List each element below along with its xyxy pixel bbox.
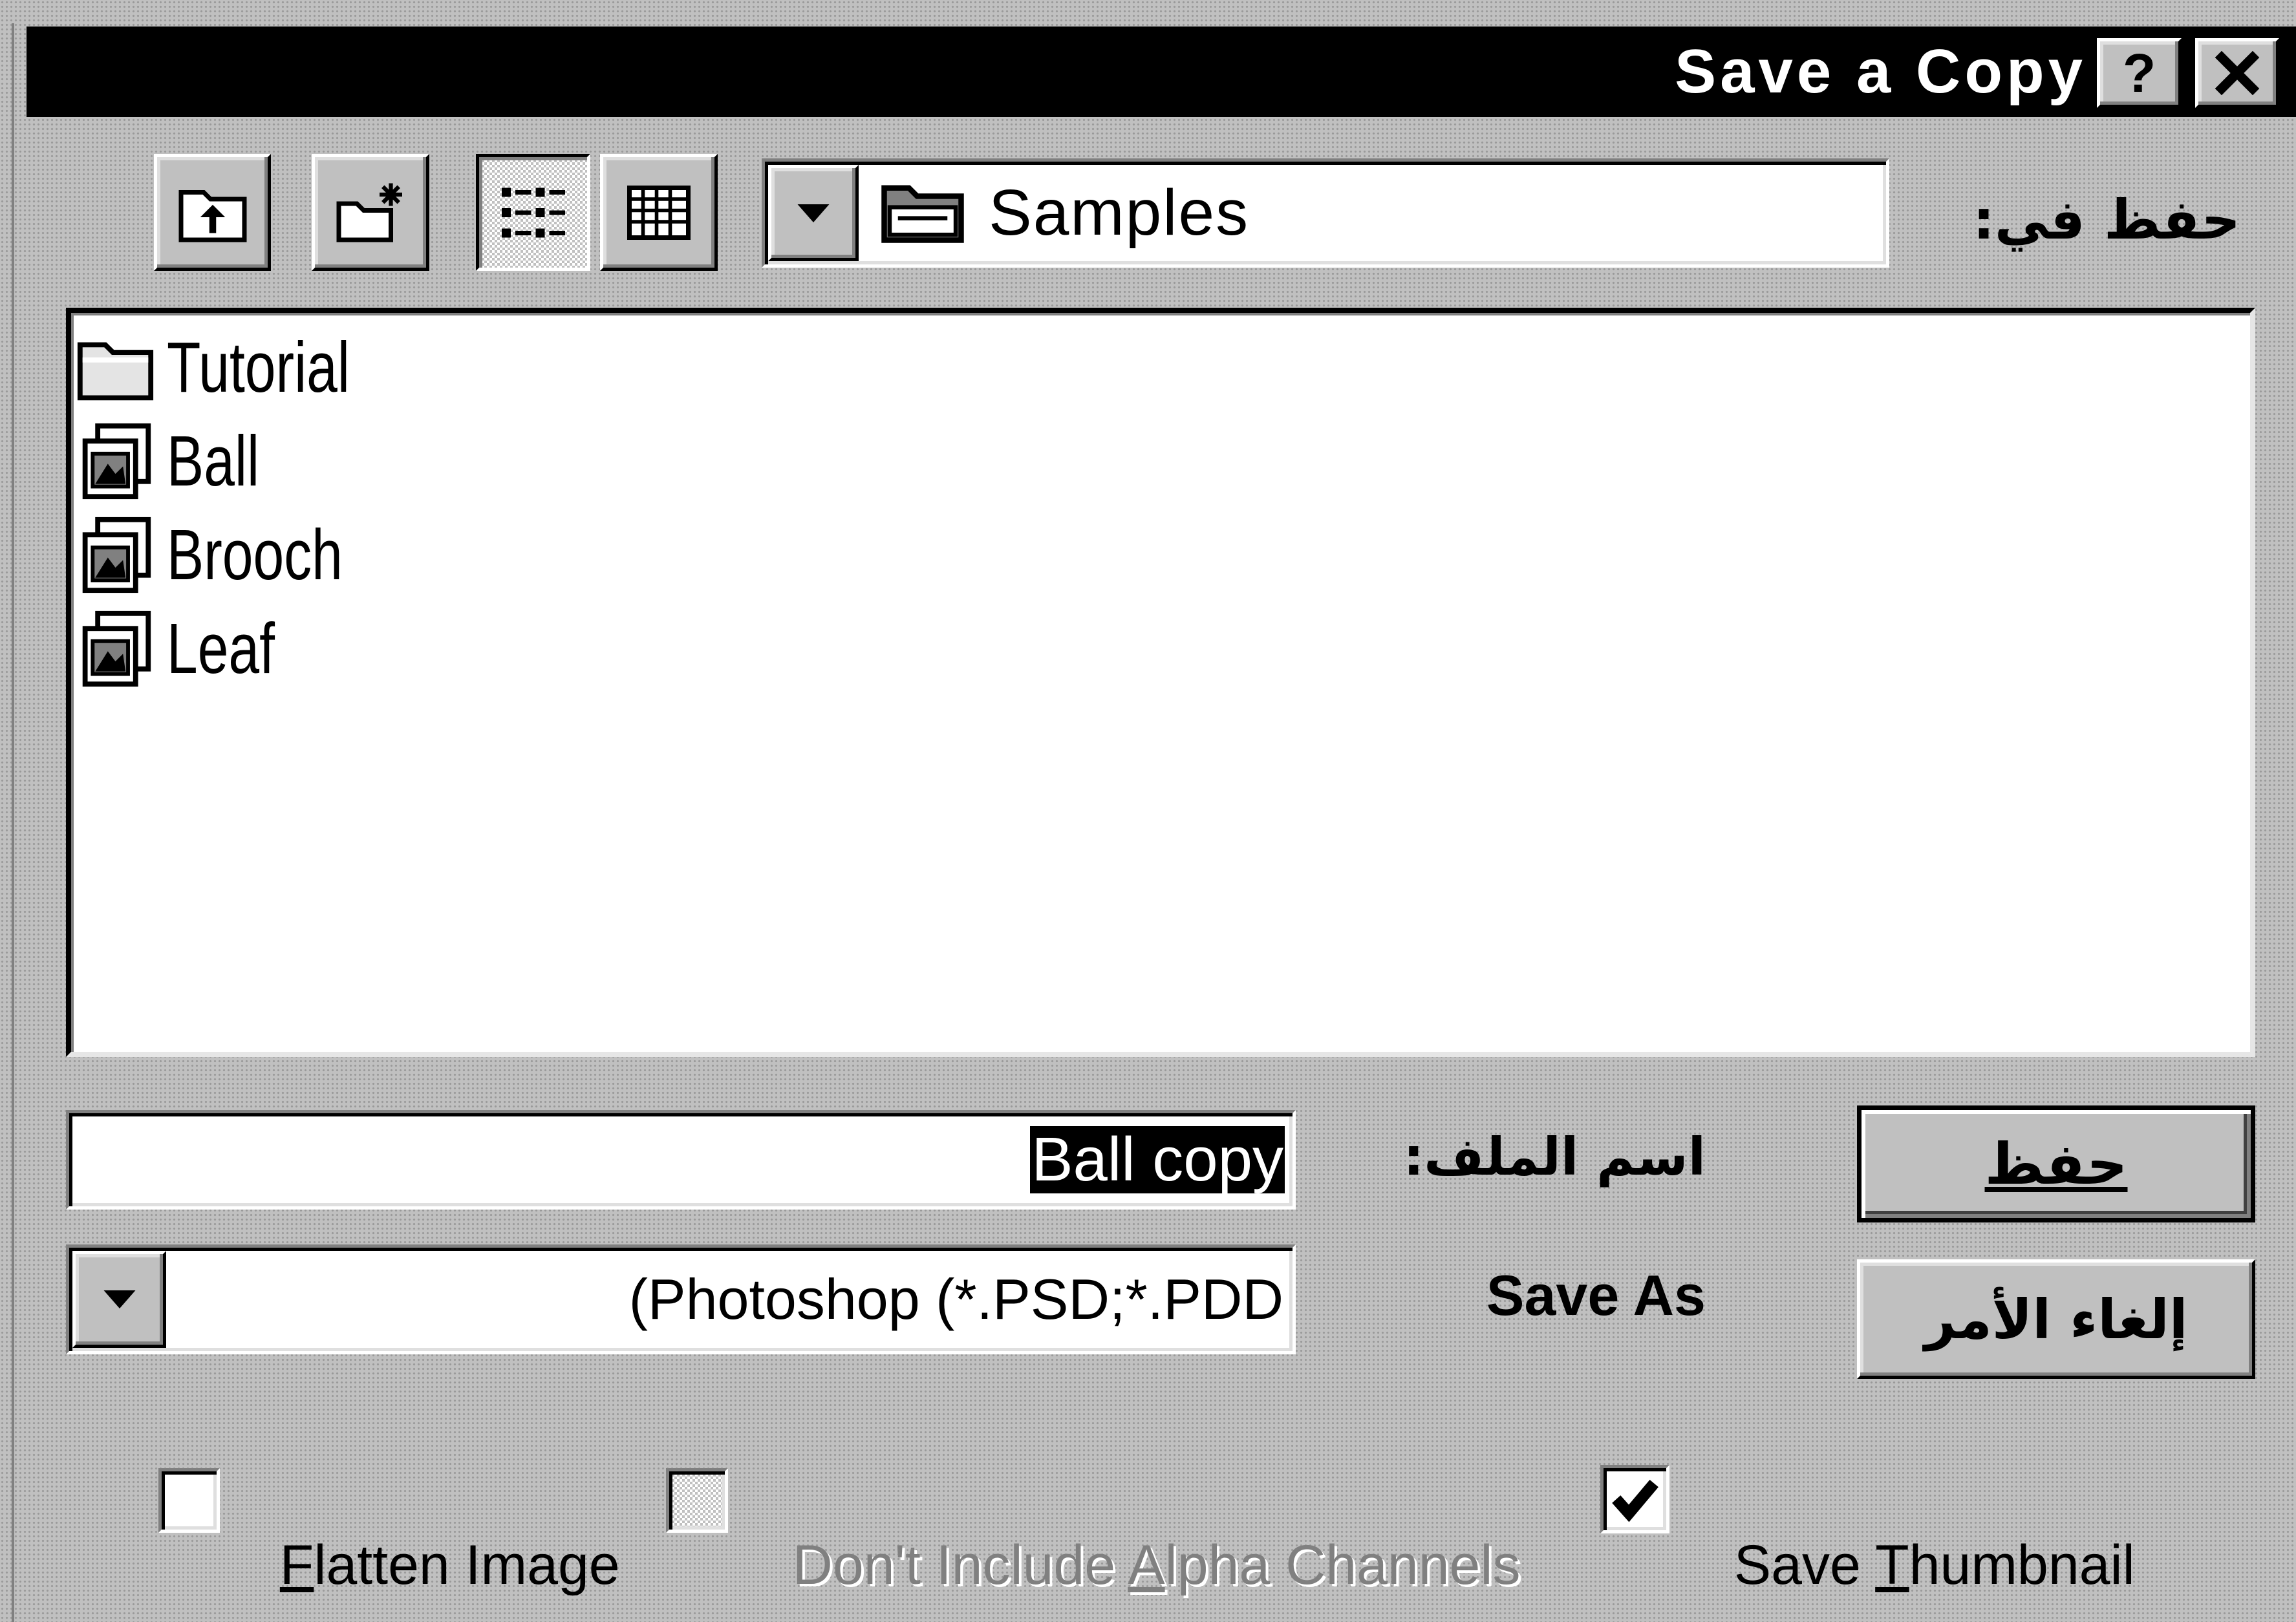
- save-button[interactable]: حفظ: [1857, 1105, 2255, 1222]
- option-text: humbnail: [1909, 1534, 2135, 1596]
- item-name: Brooch: [167, 515, 343, 595]
- file-list[interactable]: Tutorial Ball Brooch Leaf: [66, 308, 2255, 1057]
- save-as-type-select[interactable]: (Photoshop (*.PSD;*.PDD: [66, 1244, 1296, 1354]
- up-folder-icon: [177, 181, 249, 244]
- image-file-icon: [75, 608, 156, 689]
- flatten-image-checkbox[interactable]: [158, 1468, 220, 1533]
- image-file-icon: [75, 515, 156, 595]
- new-folder-icon: [334, 181, 407, 244]
- save-in-label: حفظ في:: [1973, 188, 2240, 251]
- details-view-button[interactable]: [600, 154, 718, 271]
- file-name-value: Ball copy: [1030, 1125, 1285, 1194]
- list-item[interactable]: Tutorial: [74, 321, 656, 414]
- chevron-down-icon: [103, 1290, 136, 1308]
- cancel-button-label: إلغاء الأمر: [1924, 1287, 2188, 1351]
- create-new-folder-button[interactable]: [312, 154, 429, 271]
- exclude-alpha-channels-checkbox[interactable]: [666, 1468, 728, 1533]
- option-text: latten Image: [314, 1534, 620, 1596]
- file-name-label: اسم الملف:: [1403, 1127, 1706, 1187]
- access-key: A: [1128, 1534, 1165, 1596]
- item-name: Tutorial: [167, 328, 350, 407]
- item-name: Ball: [167, 422, 260, 501]
- help-button[interactable]: ?: [2097, 38, 2182, 108]
- item-name: Leaf: [167, 609, 275, 688]
- option-text: lpha Channels: [1164, 1534, 1521, 1596]
- chevron-down-icon: [797, 204, 830, 222]
- folder-icon: [75, 327, 156, 408]
- save-as-dropdown-button[interactable]: [72, 1251, 166, 1348]
- option-text: Don't Include: [792, 1534, 1128, 1596]
- close-icon: [2212, 51, 2262, 95]
- save-as-label: Save As: [1486, 1263, 1706, 1327]
- title-bar[interactable]: Save a Copy ?: [27, 27, 2296, 117]
- list-item[interactable]: Ball: [74, 414, 656, 508]
- save-thumbnail-checkbox[interactable]: [1600, 1465, 1669, 1533]
- access-key: F: [279, 1534, 314, 1596]
- save-button-label: حفظ: [1984, 1131, 2128, 1197]
- details-view-icon: [623, 181, 695, 244]
- flatten-image-label[interactable]: Flatten Image: [249, 1468, 620, 1596]
- folder-icon: [879, 180, 967, 247]
- list-view-button[interactable]: [476, 154, 590, 271]
- save-in-combobox[interactable]: Samples: [762, 158, 1889, 268]
- image-file-icon: [75, 421, 156, 502]
- up-one-level-button[interactable]: [154, 154, 271, 271]
- option-text: Save: [1733, 1534, 1876, 1596]
- cancel-button[interactable]: إلغاء الأمر: [1857, 1259, 2255, 1379]
- list-view-icon: [497, 181, 570, 244]
- access-key: T: [1875, 1534, 1909, 1596]
- save-as-type-value: (Photoshop (*.PSD;*.PDD: [628, 1267, 1283, 1331]
- list-item[interactable]: Brooch: [74, 508, 656, 602]
- exclude-alpha-channels-label: Don't Include Alpha Channels: [762, 1468, 1521, 1596]
- checkmark-icon: [1610, 1474, 1660, 1524]
- list-item[interactable]: Leaf: [74, 602, 656, 696]
- help-label: ?: [2122, 43, 2156, 103]
- file-name-input[interactable]: Ball copy: [66, 1110, 1296, 1210]
- save-in-location: Samples: [989, 176, 1250, 249]
- close-button[interactable]: [2195, 38, 2279, 108]
- window-title: Save a Copy: [1675, 37, 2087, 106]
- save-in-dropdown-button[interactable]: [768, 165, 859, 261]
- save-thumbnail-label[interactable]: Save Thumbnail: [1703, 1468, 2135, 1596]
